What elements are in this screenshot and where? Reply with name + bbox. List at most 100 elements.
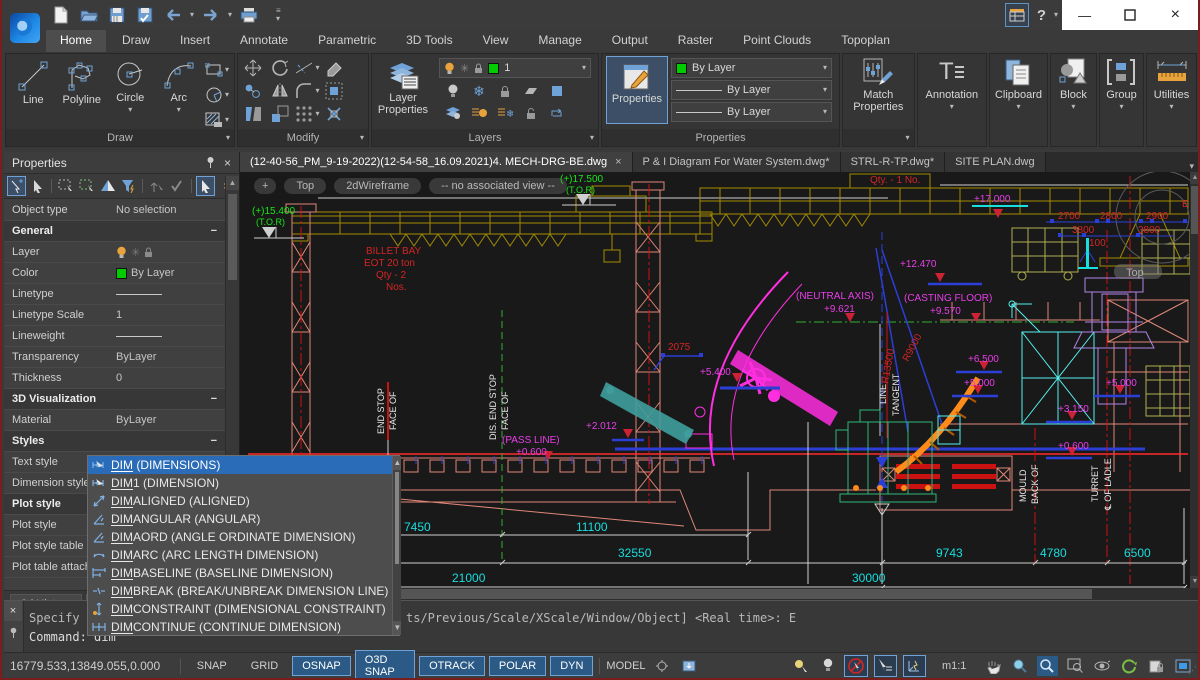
pointer-icon[interactable]: [196, 176, 215, 196]
ribbon-tab-insert[interactable]: Insert: [166, 30, 224, 52]
property-row-color[interactable]: ColorBy Layer: [4, 263, 225, 284]
ribbon-tab-topoplan[interactable]: Topoplan: [827, 30, 904, 52]
draw-panel-caption[interactable]: Draw▾: [6, 129, 234, 146]
move-icon[interactable]: [240, 57, 266, 79]
trim-icon[interactable]: ▾: [294, 57, 320, 79]
ribbon-tab-manage[interactable]: Manage: [524, 30, 595, 52]
property-row-thickness[interactable]: Thickness0: [4, 368, 225, 389]
annotative-lock-icon[interactable]: [652, 656, 673, 676]
no-selection-icon[interactable]: [844, 655, 867, 677]
close-button[interactable]: ×: [1153, 0, 1198, 30]
document-tab[interactable]: STRL-R-TP.dwg*: [841, 152, 946, 172]
color-combo[interactable]: By Layer▾: [671, 58, 832, 78]
fillet-icon[interactable]: ▾: [294, 80, 320, 102]
scale-icon[interactable]: [267, 103, 293, 125]
erase-icon[interactable]: [321, 57, 347, 79]
isolate-lamp-cursor-icon[interactable]: [790, 656, 811, 676]
lamp-icon[interactable]: [817, 656, 838, 676]
freeze-icon[interactable]: ✳: [131, 246, 140, 259]
pan-hand-icon[interactable]: [982, 656, 1003, 676]
turn-all-on-icon[interactable]: [466, 102, 492, 124]
match-panel-caption[interactable]: ▾: [843, 129, 914, 146]
ribbon-tab-annotate[interactable]: Annotate: [226, 30, 302, 52]
utilities-button[interactable]: Utilities▾: [1147, 54, 1196, 128]
zoom-out-icon[interactable]: [1010, 656, 1031, 676]
close-command-icon[interactable]: ×: [4, 601, 22, 621]
hatch-button[interactable]: ▾: [204, 109, 230, 131]
add-viewport-button[interactable]: +: [254, 178, 276, 194]
array-icon[interactable]: ▾: [294, 103, 320, 125]
toggle-grid[interactable]: GRID: [241, 656, 289, 676]
autocomplete-item-dimangular[interactable]: DIMANGULAR (ANGULAR): [88, 510, 392, 528]
autocomplete-item-dimaligned[interactable]: DIMALIGNED (ALIGNED): [88, 492, 392, 510]
layer-select-combo[interactable]: ✳ 1 ▾: [439, 58, 591, 78]
trim-dropdown-icon[interactable]: ▾: [315, 64, 319, 72]
layer-freeze-icon[interactable]: ❄: [466, 80, 492, 102]
toggle-otrack[interactable]: OTRACK: [419, 656, 485, 676]
linetype-combo[interactable]: By Layer▾: [671, 80, 832, 100]
visual-style-button[interactable]: 2dWireframe: [334, 178, 421, 194]
unlock-icon[interactable]: [518, 102, 544, 124]
toggle-polar[interactable]: POLAR: [489, 656, 546, 676]
confirm-select-icon[interactable]: [168, 176, 187, 196]
redo-dropdown-icon[interactable]: ▾: [228, 11, 232, 19]
tab-list-dropdown-icon[interactable]: ▾: [1181, 161, 1200, 172]
document-tab[interactable]: (12-40-56_PM_9-19-2022)(12-54-58_16.09.2…: [240, 152, 633, 172]
autocomplete-item-dimbaseline[interactable]: DIMBASELINE (BASELINE DIMENSION): [88, 564, 392, 582]
select-add-icon[interactable]: [7, 176, 26, 196]
regen-icon[interactable]: [1118, 656, 1139, 676]
download-tray-icon[interactable]: [679, 656, 700, 676]
fillet-dropdown-icon[interactable]: ▾: [315, 87, 319, 95]
ucs-axis-icon[interactable]: [903, 655, 926, 677]
explode-icon[interactable]: [321, 103, 347, 125]
toggle-dyn[interactable]: DYN: [550, 656, 593, 676]
help-button[interactable]: ?: [1037, 7, 1046, 24]
circle-dropdown-icon[interactable]: ▾: [128, 106, 132, 114]
resize-grip[interactable]: ⋰: [1188, 665, 1198, 676]
filter-selection-icon[interactable]: [119, 176, 138, 196]
circle-button[interactable]: Circle ▾: [107, 56, 154, 128]
view-name-button[interactable]: Top: [284, 178, 326, 194]
stretch-icon[interactable]: [240, 103, 266, 125]
lift-select-icon[interactable]: [147, 176, 166, 196]
layers-panel-caption[interactable]: Layers▾: [372, 129, 598, 146]
autocomplete-scrollbar[interactable]: ▲▼: [392, 456, 401, 635]
document-tab[interactable]: SITE PLAN.dwg: [945, 152, 1045, 172]
ribbon-tab-point-clouds[interactable]: Point Clouds: [729, 30, 825, 52]
new-file-icon[interactable]: [50, 4, 72, 26]
lineweight-combo[interactable]: By Layer▾: [671, 102, 832, 122]
close-tab-icon[interactable]: ×: [615, 156, 621, 168]
vertical-scrollbar[interactable]: ▲▼: [1190, 172, 1200, 588]
layer-isolate-icon[interactable]: [518, 80, 544, 102]
print-icon[interactable]: [238, 4, 260, 26]
toggle-osnap[interactable]: OSNAP: [292, 656, 351, 676]
ribbon-tab-home[interactable]: Home: [46, 30, 106, 52]
layer-previous-icon[interactable]: [544, 102, 570, 124]
window-select-icon[interactable]: [56, 176, 75, 196]
autocomplete-item-dim[interactable]: DIM (DIMENSIONS): [88, 456, 392, 474]
open-file-icon[interactable]: [78, 4, 100, 26]
orbit-icon[interactable]: [1091, 656, 1112, 676]
ribbon-tab-3d-tools[interactable]: 3D Tools: [392, 30, 466, 52]
property-row-styles[interactable]: Styles−: [4, 431, 225, 452]
select-icon[interactable]: [28, 176, 47, 196]
autocomplete-item-dimcontinue[interactable]: DIMCONTINUE (CONTINUE DIMENSION): [88, 618, 392, 636]
ribbon-tab-draw[interactable]: Draw: [108, 30, 164, 52]
property-row-material[interactable]: MaterialByLayer: [4, 410, 225, 431]
layer-current-icon[interactable]: [544, 80, 570, 102]
autocomplete-item-dimarc[interactable]: DIMARC (ARC LENGTH DIMENSION): [88, 546, 392, 564]
match-properties-button[interactable]: Match Properties: [843, 54, 914, 128]
undo-dropdown-icon[interactable]: ▾: [190, 11, 194, 19]
property-row-object-type[interactable]: Object typeNo selection: [4, 200, 225, 221]
ribbon-tab-view[interactable]: View: [469, 30, 523, 52]
arc-dropdown-icon[interactable]: ▾: [177, 106, 181, 114]
rectangle-dropdown-icon[interactable]: ▾: [225, 66, 229, 74]
autocomplete-item-dim1[interactable]: DIM1 (DIMENSION): [88, 474, 392, 492]
quad-cursor-icon[interactable]: [874, 655, 897, 677]
property-row-layer[interactable]: Layer✳: [4, 242, 225, 263]
annotation-scale[interactable]: m1:1: [942, 660, 966, 672]
pin-command-icon[interactable]: [9, 627, 18, 638]
document-tab[interactable]: P & I Diagram For Water System.dwg*: [633, 152, 841, 172]
property-row-3d-visualization[interactable]: 3D Visualization−: [4, 389, 225, 410]
properties-toggle-button[interactable]: Properties: [606, 56, 668, 124]
